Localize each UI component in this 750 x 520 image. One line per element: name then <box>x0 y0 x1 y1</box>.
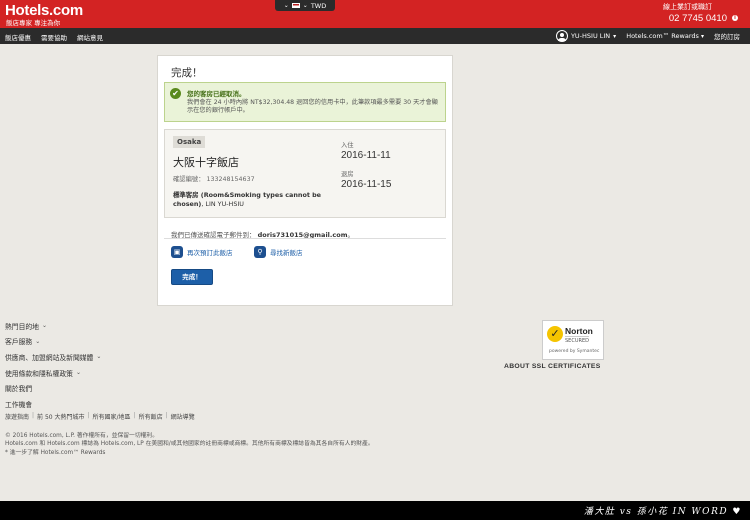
success-message: ✔ 您的客房已經取消。 我們會在 24 小時內將 NT$32,304.48 退回… <box>164 82 446 122</box>
footer-link-label: 供應商、加盟網站及新聞媒體 <box>5 353 94 362</box>
checkin-date: 2016-11-11 <box>341 150 391 161</box>
checkout-date: 2016-11-15 <box>341 179 392 190</box>
rebook-label: 再次預訂此飯店 <box>187 249 233 257</box>
nav-help[interactable]: 需要協助 <box>41 32 67 42</box>
chevron-down-icon: ⌄ <box>75 369 81 377</box>
rewards-menu[interactable]: Hotels.com™ Rewards ▾ <box>626 32 704 40</box>
trademark-notice: Hotels.com 和 Hotels.com 標誌為 Hotels.com, … <box>5 441 374 448</box>
calendar-icon: ▣ <box>171 246 183 258</box>
conf-value: 133248154637 <box>206 176 255 183</box>
mini-link[interactable]: 網站導覽 <box>171 412 195 421</box>
chevron-down-icon: ▾ <box>613 32 617 40</box>
norton-name: Norton <box>565 326 593 336</box>
chevron-down-icon: ▾ <box>700 33 704 40</box>
footer-about[interactable]: 關於我們 <box>5 380 101 396</box>
cancellation-card: 完成！ ✔ 您的客房已經取消。 我們會在 24 小時內將 NT$32,304.4… <box>157 55 453 306</box>
user-avatar-icon <box>555 30 568 42</box>
user-name: YU-HSIU LIN <box>570 32 611 40</box>
chevron-down-icon: ⌄ <box>41 322 48 330</box>
city-badge: Osaka <box>173 136 206 148</box>
copyright: © 2016 Hotels.com, L.P. 著作權所有，並保留一切權利。 <box>5 433 159 439</box>
conf-label: 確認編號： <box>173 176 205 183</box>
nav-deals[interactable]: 飯店優惠 <box>5 32 31 42</box>
confirmation-number: 確認編號： 133248154637 <box>173 174 255 183</box>
top-header: Hotels.com 飯店專家 專注為你 ⌄ ⌄ TWD 線上業訂或職訂 02 … <box>0 0 750 28</box>
footer-links: 熱門目的地 ⌄ 客戶服務 ⌄ 供應商、加盟網站及新聞媒體 ⌄ 使用條款和隱私權政策 ⌄ … <box>5 318 101 412</box>
footer-jobs[interactable]: 工作機會 <box>5 396 101 412</box>
checkin-label: 入住 <box>341 142 354 149</box>
find-hotel-label: 尋找新飯店 <box>270 249 303 257</box>
booking-details: Osaka 大阪十字飯店 確認編號： 133248154637 標準客房 (Ro… <box>164 129 446 218</box>
success-body: 我們會在 24 小時內將 NT$32,304.48 退回您的信用卡中，此筆款項最… <box>187 99 438 114</box>
room-info: 標準客房 (Room&Smoking types cannot be chose… <box>173 191 333 209</box>
chevron-down-icon: ⌄ <box>302 2 308 9</box>
locale-selector[interactable]: ⌄ ⌄ TWD <box>275 0 335 11</box>
logo-tagline: 飯店專家 專注為你 <box>6 19 61 27</box>
divider: | <box>32 412 35 419</box>
divider: | <box>165 412 168 419</box>
rewards-note[interactable]: * 進一步了解 Hotels.com™ Rewards <box>5 449 415 457</box>
mini-link[interactable]: 所有飯店 <box>139 412 163 421</box>
checkmark-icon: ✓ <box>547 326 563 342</box>
currency-label: TWD <box>310 1 327 10</box>
legal-text: © 2016 Hotels.com, L.P. 著作權所有，並保留一切權利。 H… <box>5 432 415 457</box>
chevron-down-icon: ⌄ <box>96 353 102 361</box>
user-menu[interactable]: YU-HSIU LIN ▾ <box>555 30 617 42</box>
norton-by: powered by Symantec <box>549 349 600 354</box>
divider: | <box>87 412 90 419</box>
bottom-bar: 潘大肚 vs 孫小花 IN WORD ♥ <box>0 501 750 520</box>
ssl-link[interactable]: ABOUT SSL CERTIFICATES <box>504 363 601 370</box>
footer-link-label: 客戶服務 <box>5 338 33 347</box>
mini-link[interactable]: 旅遊指南 <box>5 412 29 421</box>
check-circle-icon: ✔ <box>170 88 181 99</box>
search-icon: ⚲ <box>254 246 266 258</box>
hotel-name: 大阪十字飯店 <box>173 156 239 169</box>
divider: | <box>133 412 136 419</box>
footer-link-label: 關於我們 <box>5 385 33 394</box>
find-hotel-link[interactable]: ⚲ 尋找新飯店 <box>254 246 303 258</box>
footer-link-label: 使用條款和隱私權政策 <box>5 369 73 378</box>
divider <box>164 238 446 239</box>
footer-link-label: 工作機會 <box>5 400 33 409</box>
mini-link[interactable]: 所有國家/地區 <box>93 412 131 421</box>
phone-number: 02 7745 0410 <box>668 13 727 24</box>
footer-partners[interactable]: 供應商、加盟網站及新聞媒體 ⌄ <box>5 349 101 365</box>
rebook-link[interactable]: ▣ 再次預訂此飯店 <box>171 246 233 258</box>
main-nav: 飯店優惠 需要協助 網站意見 YU-HSIU LIN ▾ Hotels.com™… <box>0 28 750 44</box>
footer-customer-service[interactable]: 客戶服務 ⌄ <box>5 334 101 350</box>
nav-feedback[interactable]: 網站意見 <box>77 32 103 42</box>
norton-seal[interactable]: ✓ Norton SECURED powered by Symantec <box>542 320 604 360</box>
footer-terms[interactable]: 使用條款和隱私權政策 ⌄ <box>5 365 101 381</box>
checkout-label: 退房 <box>341 171 354 178</box>
footer-link-label: 熱門目的地 <box>5 322 39 331</box>
my-bookings-link[interactable]: 您的訂房 <box>714 31 740 41</box>
mini-link[interactable]: 前 50 大熱門城市 <box>37 412 84 421</box>
chevron-down-icon: ⌄ <box>283 2 289 9</box>
footer-mini-links: 旅遊指南 | 前 50 大熱門城市 | 所有國家/地區 | 所有飯店 | 網站導覽 <box>5 412 195 421</box>
footer-popular-destinations[interactable]: 熱門目的地 ⌄ <box>5 318 101 334</box>
chevron-down-icon: ⌄ <box>35 337 41 345</box>
success-title: 您的客房已經取消。 <box>187 90 246 98</box>
flag-icon <box>291 3 300 8</box>
room-type: 標準客房 (Room&Smoking types cannot be chose… <box>173 191 322 208</box>
watermark: 潘大肚 vs 孫小花 IN WORD ♥ <box>583 507 742 517</box>
page-title: 完成！ <box>171 67 203 79</box>
norton-secured: SECURED <box>565 336 589 344</box>
info-icon[interactable]: i <box>732 15 738 21</box>
rewards-label: Hotels.com™ Rewards <box>626 32 699 40</box>
guest-name: , LIN YU-HSIU <box>201 200 244 208</box>
booking-link[interactable]: 線上業訂或職訂 <box>663 2 712 12</box>
done-button[interactable]: 完成！ <box>171 269 213 285</box>
